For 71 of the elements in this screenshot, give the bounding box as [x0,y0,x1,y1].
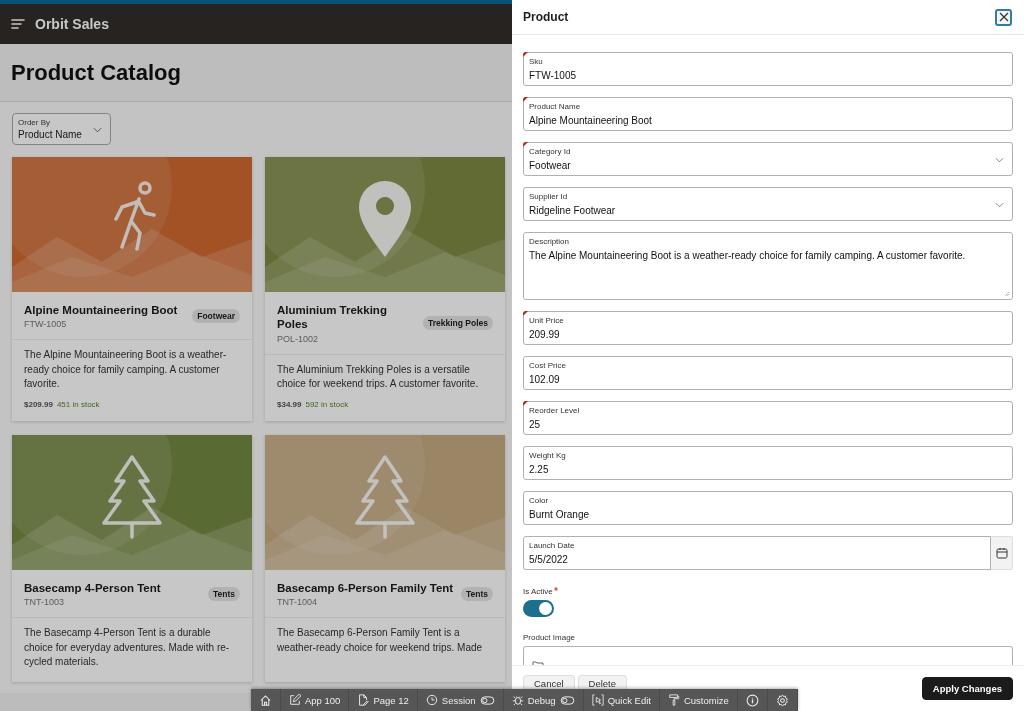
product-description: The Basecamp 6-Person Family Tent is a weather-ready choice for weekend trips. Made [277,626,484,655]
paint-roller-icon [667,694,680,706]
page-edit-icon [357,694,370,706]
form-field[interactable]: Reorder Level 25 [523,401,1013,435]
clock-icon [425,694,438,706]
category-badge: Trekking Poles [423,316,493,331]
product-description: The Aluminium Trekking Poles is a versatile choice for weekend trips. A customer favorite. [277,362,480,392]
product-title: Basecamp 6-Person Family Tent [277,580,454,596]
product-title: Basecamp 4-Person Tent [24,580,161,596]
toggle-switch[interactable] [523,600,554,617]
stock-count: 451 in stock [56,399,100,409]
form-field[interactable]: Unit Price 209.99 [523,311,1013,345]
form-field[interactable]: Description The Alpine Mountaineering Boot is a weather-ready choice for family camping. A customer favorite. [523,232,1013,300]
form-field[interactable]: Product Name Alpine Mountaineering Boot [523,97,1013,131]
product-title: Aluminium Trekking Poles [277,303,388,332]
product-price: $209.99 [24,399,53,409]
product-sku: TNT-1004 [277,597,319,608]
category-badge: Tents [207,587,240,602]
chevron-down-icon [995,157,1004,163]
toolbar-button[interactable]: Debug [503,689,584,711]
menu-icon[interactable] [11,19,25,29]
form-field[interactable]: Cost Price 102.09 [523,356,1013,390]
cursor-icon [591,694,604,706]
toolbar-button[interactable]: Page 12 [349,689,418,711]
resize-grip-icon [1004,291,1010,297]
form-field[interactable]: Color Burnt Orange [523,491,1013,525]
calendar-icon [995,547,1008,559]
drawer-title: Product [523,10,569,24]
category-badge: Footwear [192,309,240,324]
product-description: The Alpine Mountaineering Boot is a weather-ready choice for family camping. A customer favorite. [24,348,228,392]
calendar-button[interactable] [991,536,1013,570]
product-card[interactable]: Basecamp 6-Person Family Tent TNT-1004 Tents The Basecamp 6-Person Family Tent is a weather-ready choice for weekend trips. Made [265,434,505,682]
field-label: Product Image [523,633,576,642]
toolbar-button[interactable]: Customize [659,689,738,711]
tree-icon [102,455,162,539]
chevron-down-icon [995,202,1004,208]
toggle-icon [479,695,495,705]
order-by-select[interactable]: Order By Product Name [12,113,111,145]
settings-icon [775,693,789,707]
stock-count: 592 in stock [305,399,349,409]
page-title: Product Catalog [11,59,181,86]
category-badge: Tents [460,587,493,602]
toolbar-button[interactable]: App 100 [281,689,350,711]
product-sku: POL-1002 [277,333,320,344]
home-icon [259,693,272,707]
product-title: Alpine Mountaineering Boot [24,303,178,318]
product-price: $34.99 [277,399,302,409]
toggle-icon [559,695,575,705]
apply-button[interactable]: Apply Changes [921,677,1013,700]
bug-icon [511,694,524,706]
map-pin-icon [359,181,411,257]
form-field[interactable]: Sku FTW-1005 [523,52,1013,86]
product-description: The Basecamp 4-Person Tent is a durable choice for everyday adventures. Made with re-cycled materials. [24,626,231,670]
info-icon [745,693,759,707]
product-card[interactable]: Basecamp 4-Person Tent TNT-1003 Tents The Basecamp 4-Person Tent is a durable choice for everyday adventures. Made with re-cycled materials. [12,434,252,682]
switch-label: Is Active [523,587,553,596]
product-sku: FTW-1005 [24,319,68,330]
form-field[interactable]: Category Id Footwear [523,142,1013,176]
product-sku: TNT-1003 [24,597,66,608]
tree-icon [355,455,415,539]
app-title: Orbit Sales [35,16,109,32]
hiker-icon [114,181,156,251]
close-button[interactable] [995,8,1012,26]
product-card[interactable]: Alpine Mountaineering Boot FTW-1005 Footwear The Alpine Mountaineering Boot is a weather-ready choice for family camping. A customer favorite. $209.99 451 in stock [12,157,252,421]
form-field[interactable]: Launch Date 5/5/2022 [523,536,991,570]
form-field[interactable]: Weight Kg 2.25 [523,446,1013,480]
toolbar-button[interactable]: Session [417,689,504,711]
form-field[interactable]: Supplier Id Ridgeline Footwear [523,187,1013,221]
product-card[interactable]: Aluminium Trekking Poles POL-1002 Trekking Poles The Aluminium Trekking Poles is a versatile choice for weekend trips. A customer favorite. $34.99 592 in stock [265,157,505,421]
toolbar-button[interactable]: Quick Edit [583,689,660,711]
chevron-down-icon [93,127,102,133]
